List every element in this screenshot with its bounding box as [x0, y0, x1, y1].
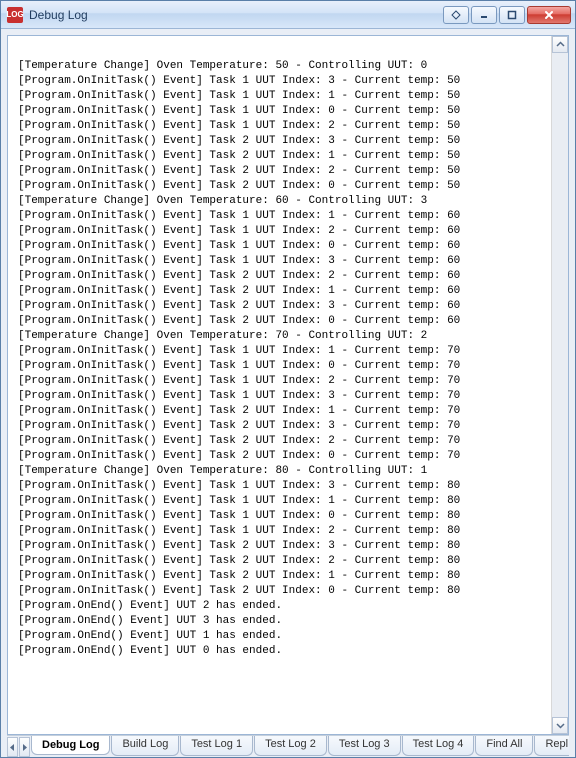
diamond-icon [451, 10, 461, 20]
log-line: [Program.OnInitTask() Event] Task 2 UUT … [18, 539, 547, 554]
log-line: [Program.OnInitTask() Event] Task 1 UUT … [18, 524, 547, 539]
log-line: [Program.OnInitTask() Event] Task 1 UUT … [18, 74, 547, 89]
log-line: [Program.OnInitTask() Event] Task 1 UUT … [18, 344, 547, 359]
scroll-down-button[interactable] [552, 717, 568, 734]
log-line: [Program.OnInitTask() Event] Task 2 UUT … [18, 404, 547, 419]
log-line: [Program.OnInitTask() Event] Task 2 UUT … [18, 569, 547, 584]
tab-test-log-4[interactable]: Test Log 4 [402, 736, 475, 756]
log-line: [Program.OnInitTask() Event] Task 2 UUT … [18, 449, 547, 464]
tab-find-all[interactable]: Find All [475, 736, 533, 756]
tab-test-log-3[interactable]: Test Log 3 [328, 736, 401, 756]
log-line: [Program.OnInitTask() Event] Task 1 UUT … [18, 479, 547, 494]
tab-test-log-2[interactable]: Test Log 2 [254, 736, 327, 756]
log-line: [Program.OnInitTask() Event] Task 2 UUT … [18, 149, 547, 164]
tab-bar: Debug LogBuild LogTest Log 1Test Log 2Te… [7, 735, 569, 757]
maximize-button[interactable] [499, 6, 525, 24]
scroll-up-button[interactable] [552, 36, 568, 53]
log-line: [Program.OnInitTask() Event] Task 1 UUT … [18, 254, 547, 269]
log-line: [Program.OnInitTask() Event] Task 2 UUT … [18, 314, 547, 329]
tab-scroll-left-button[interactable] [7, 737, 18, 757]
log-line: [Program.OnInitTask() Event] Task 1 UUT … [18, 119, 547, 134]
log-line: [Program.OnInitTask() Event] Task 2 UUT … [18, 434, 547, 449]
log-line: [Program.OnInitTask() Event] Task 1 UUT … [18, 509, 547, 524]
log-line: [Program.OnEnd() Event] UUT 2 has ended. [18, 599, 547, 614]
log-line: [Program.OnEnd() Event] UUT 3 has ended. [18, 614, 547, 629]
log-line: [Program.OnInitTask() Event] Task 2 UUT … [18, 179, 547, 194]
log-frame: [Temperature Change] Oven Temperature: 5… [7, 35, 569, 735]
tab-repl[interactable]: Repl [534, 736, 569, 756]
log-line: [Program.OnInitTask() Event] Task 2 UUT … [18, 284, 547, 299]
window-title: Debug Log [29, 8, 443, 22]
log-line: [Program.OnInitTask() Event] Task 2 UUT … [18, 134, 547, 149]
tab-debug-log[interactable]: Debug Log [31, 735, 110, 755]
minimize-button[interactable] [471, 6, 497, 24]
chevron-up-icon [556, 40, 565, 49]
log-line: [Program.OnInitTask() Event] Task 2 UUT … [18, 164, 547, 179]
scrollbar-track[interactable] [552, 53, 568, 717]
log-line: [Program.OnEnd() Event] UUT 1 has ended. [18, 629, 547, 644]
log-output[interactable]: [Temperature Change] Oven Temperature: 5… [8, 36, 551, 734]
log-line: [Program.OnInitTask() Event] Task 1 UUT … [18, 89, 547, 104]
log-line: [Program.OnInitTask() Event] Task 1 UUT … [18, 494, 547, 509]
triangle-right-icon [20, 743, 29, 752]
log-line: [Program.OnInitTask() Event] Task 2 UUT … [18, 554, 547, 569]
chevron-down-icon [556, 721, 565, 730]
log-line: [Temperature Change] Oven Temperature: 6… [18, 194, 547, 209]
app-icon: LOG [7, 7, 23, 23]
log-line: [Program.OnInitTask() Event] Task 2 UUT … [18, 419, 547, 434]
log-line: [Program.OnInitTask() Event] Task 1 UUT … [18, 374, 547, 389]
log-line: [Program.OnInitTask() Event] Task 2 UUT … [18, 269, 547, 284]
vertical-scrollbar[interactable] [551, 36, 568, 734]
window-frame: LOG Debug Log [Temperature Change] Oven … [0, 0, 576, 758]
tab-build-log[interactable]: Build Log [111, 736, 179, 756]
window-buttons [443, 6, 571, 24]
tab-scroll-right-button[interactable] [19, 737, 30, 757]
titlebar[interactable]: LOG Debug Log [1, 1, 575, 29]
log-line: [Program.OnInitTask() Event] Task 1 UUT … [18, 104, 547, 119]
close-button[interactable] [527, 6, 571, 24]
log-line: [Temperature Change] Oven Temperature: 8… [18, 464, 547, 479]
log-line: [Program.OnInitTask() Event] Task 1 UUT … [18, 389, 547, 404]
options-button[interactable] [443, 6, 469, 24]
close-icon [543, 10, 555, 20]
minimize-icon [479, 10, 489, 20]
tabs-container: Debug LogBuild LogTest Log 1Test Log 2Te… [31, 737, 569, 757]
tab-test-log-1[interactable]: Test Log 1 [180, 736, 253, 756]
maximize-icon [507, 10, 517, 20]
log-line: [Program.OnInitTask() Event] Task 1 UUT … [18, 209, 547, 224]
log-line: [Program.OnInitTask() Event] Task 1 UUT … [18, 239, 547, 254]
log-line: [Program.OnInitTask() Event] Task 2 UUT … [18, 299, 547, 314]
log-line: [Program.OnInitTask() Event] Task 2 UUT … [18, 584, 547, 599]
triangle-left-icon [8, 743, 17, 752]
log-line: [Temperature Change] Oven Temperature: 7… [18, 329, 547, 344]
content-wrap: [Temperature Change] Oven Temperature: 5… [1, 29, 575, 757]
log-line: [Program.OnInitTask() Event] Task 1 UUT … [18, 224, 547, 239]
log-line: [Program.OnEnd() Event] UUT 0 has ended. [18, 644, 547, 659]
log-line: [Program.OnInitTask() Event] Task 1 UUT … [18, 359, 547, 374]
log-line [18, 44, 547, 59]
log-line: [Temperature Change] Oven Temperature: 5… [18, 59, 547, 74]
